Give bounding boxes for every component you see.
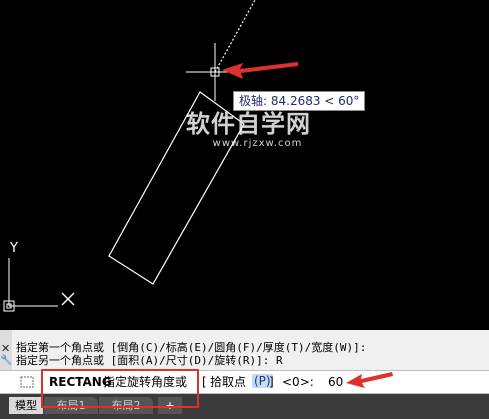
layout-tab-bar: 模型 布局1 布局2 + (0, 394, 489, 419)
command-history-panel: ✕ 🔧 指定第一个角点或 [倒角(C)/标高(E)/圆角(F)/厚度(T)/宽度… (0, 330, 489, 370)
tab-layout2[interactable]: 布局2 (99, 397, 153, 414)
polar-tooltip-text: 极轴: 84.2683 < 60° (239, 94, 360, 108)
command-prompt: 指定旋转角度或 (103, 375, 188, 389)
option-open-bracket: [ (202, 375, 207, 389)
command-input[interactable]: 60 (328, 375, 343, 389)
tab-model[interactable]: 模型 (9, 397, 43, 414)
ucs-x-label (61, 292, 75, 306)
drawing-canvas[interactable]: Y (0, 0, 489, 330)
ucs-icon (3, 258, 58, 312)
tab-layout1[interactable]: 布局1 (44, 397, 98, 414)
add-layout-button[interactable]: + (158, 397, 182, 414)
ucs-y-label: Y (9, 241, 18, 256)
command-line[interactable]: RECTANG 指定旋转角度或 [ 拾取点 (P) ] <0>: 60 (0, 370, 489, 394)
polar-tracking-line (214, 0, 256, 73)
watermark-title: 软件自学网 (186, 110, 311, 138)
watermark-url: www.rjzxw.com (212, 138, 303, 149)
command-panel-handle[interactable]: ✕ 🔧 (0, 330, 12, 370)
option-pick-point[interactable]: 拾取点 (210, 375, 246, 389)
wrench-icon[interactable]: 🔧 (0, 355, 12, 366)
annotation-arrow-top (222, 62, 298, 79)
close-icon[interactable]: ✕ (1, 342, 10, 355)
command-default-value: <0>: (282, 375, 314, 389)
history-line: 指定另一个角点或 [面积(A)/尺寸(D)/旋转(R)]: R (16, 354, 283, 367)
polar-tracking-tooltip: 极轴: 84.2683 < 60° (233, 91, 366, 111)
command-prompt-icon[interactable] (20, 376, 34, 388)
history-line: 指定第一个角点或 [倒角(C)/标高(E)/圆角(F)/厚度(T)/宽度(W)]… (16, 341, 367, 354)
drawing-viewport[interactable]: Y 极轴: 84.2683 < 60° 软件自学网 www.rjzxw.com (0, 0, 489, 330)
watermark: 软件自学网 www.rjzxw.com (186, 110, 311, 150)
option-close-bracket: ] (269, 375, 274, 389)
